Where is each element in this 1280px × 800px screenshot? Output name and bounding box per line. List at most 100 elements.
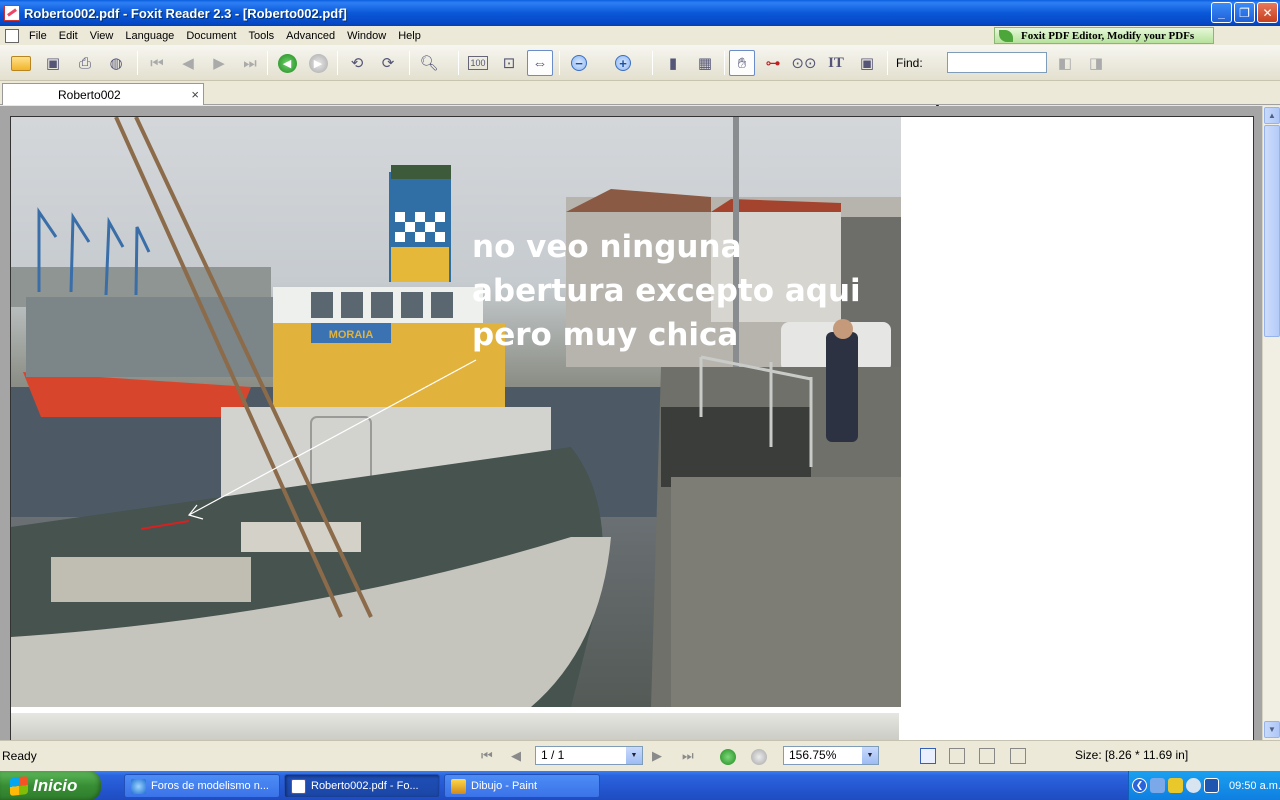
back-button[interactable]: ◀ — [274, 50, 300, 76]
annotation-line-1: no veo ninguna — [472, 229, 742, 265]
open-file-button[interactable] — [8, 50, 34, 76]
toolbar-separator — [559, 51, 560, 75]
zoom-level-combo[interactable]: 156.75% ▼ — [783, 746, 879, 765]
thumbnails-button[interactable]: ▦ — [692, 50, 718, 76]
page-combo-arrow-icon[interactable]: ▼ — [626, 747, 642, 764]
status-prev-page-icon[interactable]: ◀ — [511, 748, 521, 764]
toolbar-separator — [724, 51, 725, 75]
zoom-in-button[interactable]: + — [610, 50, 636, 76]
toolbar-separator — [137, 51, 138, 75]
tab-roberto002[interactable]: Roberto002 × — [2, 83, 204, 105]
annotation-line-2: abertura excepto aqui — [472, 273, 861, 309]
scroll-up-arrow-icon[interactable]: ▲ — [1264, 107, 1280, 124]
find-previous-icon: ◧ — [1057, 55, 1073, 72]
tab-close-icon[interactable]: × — [191, 87, 199, 102]
menu-edit[interactable]: Edit — [53, 30, 84, 42]
status-first-page-icon[interactable]: ⏮ — [481, 748, 493, 764]
reading-mode-button[interactable]: ⊶ — [760, 50, 786, 76]
actual-size-icon: 100 — [468, 56, 488, 70]
menu-help[interactable]: Help — [392, 30, 427, 42]
document-menu-icon[interactable] — [5, 28, 19, 43]
menu-tools[interactable]: Tools — [242, 30, 280, 42]
fit-width-button[interactable]: ⇔ — [527, 50, 553, 76]
find-tool-button[interactable]: ⊙⊙ — [791, 50, 817, 76]
tray-expand-icon[interactable]: ❮ — [1132, 778, 1147, 793]
task-foxit-reader[interactable]: Roberto002.pdf - Fo... — [284, 774, 440, 798]
forward-button[interactable]: ▶ — [305, 50, 331, 76]
foxit-app-icon[interactable] — [4, 5, 20, 21]
back-arrow-icon: ◀ — [277, 53, 297, 73]
network-icon[interactable] — [1150, 778, 1165, 793]
toolbar-separator — [887, 51, 888, 75]
paint-icon — [451, 778, 466, 794]
promo-banner[interactable]: Foxit PDF Editor, Modify your PDFs — [994, 27, 1214, 44]
status-last-page-icon[interactable]: ⏭ — [682, 748, 694, 764]
text-select-button[interactable]: IT — [823, 50, 849, 76]
next-page-button[interactable]: ▶ — [206, 50, 232, 76]
page-number-combo[interactable]: 1 / 1 ▼ — [535, 746, 643, 765]
taskbar-clock[interactable]: 09:50 a.m. — [1229, 780, 1280, 792]
start-button[interactable]: Inicio — [0, 771, 101, 800]
scroll-down-arrow-icon[interactable]: ▼ — [1264, 721, 1280, 738]
find-previous-button[interactable]: ◧ — [1052, 50, 1078, 76]
vertical-scrollbar[interactable]: ▲ ▼ — [1262, 106, 1280, 740]
actual-size-button[interactable]: 100 — [465, 50, 491, 76]
task-paint[interactable]: Dibujo - Paint — [444, 774, 600, 798]
task-browser[interactable]: Foros de modelismo n... — [124, 774, 280, 798]
single-page-view-icon[interactable] — [920, 748, 936, 764]
hand-tool-button[interactable]: ✋︎ — [729, 50, 755, 76]
zoom-level-value: 156.75% — [789, 748, 837, 762]
zoom-out-button[interactable]: − — [566, 50, 592, 76]
menu-view[interactable]: View — [84, 30, 120, 42]
close-button[interactable]: ✕ — [1257, 2, 1278, 23]
boat-name-text: MORAIA — [329, 329, 374, 341]
menu-document[interactable]: Document — [180, 30, 242, 42]
rotate-right-button[interactable]: ⟳ — [375, 50, 401, 76]
toolbar: ▣ ⎙ ◍ ⏮ ◀ ▶ ⏭ ◀ ▶ ⟲ ⟳ 🔍︎ ▼ 100 ⊡ ⇔ − ▼ +… — [0, 45, 1280, 114]
binoculars-icon: ⊙⊙ — [791, 55, 817, 72]
status-back-icon[interactable] — [720, 749, 736, 765]
document-view[interactable]: MORAIA no veo ninguna abertura excepto a… — [0, 106, 1262, 740]
menu-language[interactable]: Language — [119, 30, 180, 42]
right-arrow-icon: ▶ — [213, 55, 225, 72]
continuous-view-icon[interactable] — [949, 748, 965, 764]
floppy-icon: ▣ — [45, 55, 61, 72]
page-number-value: 1 / 1 — [541, 748, 565, 762]
zoom-combo-arrow-icon[interactable]: ▼ — [862, 747, 878, 764]
menu-file[interactable]: File — [23, 30, 53, 42]
rotate-left-icon: ⟲ — [350, 55, 364, 72]
save-button[interactable]: ▣ — [40, 50, 66, 76]
facing-view-icon[interactable] — [979, 748, 995, 764]
antivirus-icon[interactable] — [1186, 778, 1201, 793]
minimize-button[interactable]: _ — [1211, 2, 1232, 23]
quay-pit — [661, 407, 811, 487]
menu-bar: File Edit View Language Document Tools A… — [0, 26, 1280, 45]
fit-page-button[interactable]: ⊡ — [496, 50, 522, 76]
continuous-facing-view-icon[interactable] — [1010, 748, 1026, 764]
restore-button[interactable]: ❐ — [1234, 2, 1255, 23]
foxit-icon — [291, 778, 306, 794]
bookmarks-button[interactable]: ▮ — [660, 50, 686, 76]
fit-width-icon: ⇔ — [532, 54, 548, 72]
snapshot-button[interactable]: ▣ — [854, 50, 880, 76]
left-arrow-icon: ◀ — [182, 55, 194, 72]
zoom-tool-button[interactable]: 🔍︎ — [416, 50, 442, 76]
toolbar-separator — [409, 51, 410, 75]
status-next-page-icon[interactable]: ▶ — [652, 748, 662, 764]
menu-window[interactable]: Window — [341, 30, 392, 42]
previous-page-button[interactable]: ◀ — [175, 50, 201, 76]
monitor-icon[interactable] — [1204, 778, 1219, 793]
status-forward-icon[interactable] — [751, 749, 767, 765]
find-input[interactable] — [947, 52, 1047, 73]
menu-advanced[interactable]: Advanced — [280, 30, 341, 42]
print-button[interactable]: ⎙ — [72, 50, 98, 76]
scrollbar-thumb[interactable] — [1264, 125, 1280, 337]
first-page-button[interactable]: ⏮ — [144, 50, 170, 76]
last-page-button[interactable]: ⏭ — [237, 50, 263, 76]
funnel-cover — [391, 165, 451, 179]
email-button[interactable]: ◍ — [103, 50, 129, 76]
shield-icon[interactable] — [1168, 778, 1183, 793]
rotate-left-button[interactable]: ⟲ — [344, 50, 370, 76]
find-next-button[interactable]: ◨ — [1083, 50, 1109, 76]
start-label: Inicio — [33, 775, 78, 795]
